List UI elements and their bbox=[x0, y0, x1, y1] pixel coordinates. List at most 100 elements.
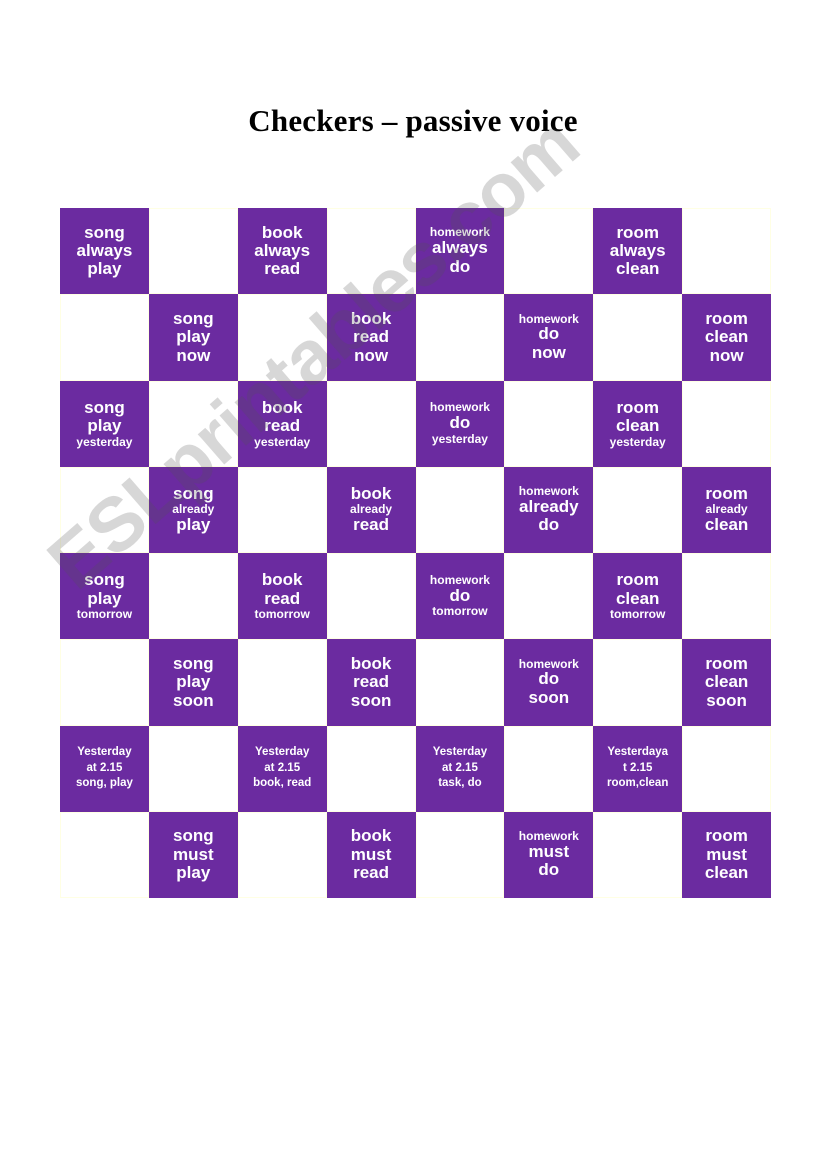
cell-text-line: Yesterday bbox=[432, 746, 488, 759]
cell-text-line: now bbox=[531, 342, 566, 362]
board-cell-dark[interactable]: song play yesterday bbox=[60, 380, 149, 467]
board-cell-light[interactable] bbox=[415, 639, 505, 726]
board-cell-light[interactable] bbox=[60, 639, 149, 726]
cell-text-line: play bbox=[87, 416, 122, 436]
cell-text-line: room bbox=[705, 826, 748, 846]
board-cell-light[interactable] bbox=[237, 294, 327, 381]
cell-text-line: play bbox=[176, 327, 211, 347]
cell-text-line: song bbox=[173, 308, 214, 328]
board-cell-light[interactable] bbox=[682, 380, 771, 467]
cell-text-line: read bbox=[264, 588, 301, 608]
board-cell-light[interactable] bbox=[326, 725, 416, 812]
board-cell-light[interactable] bbox=[504, 208, 594, 295]
board-cell-dark[interactable]: homework always do bbox=[415, 208, 505, 295]
cell-text-line: homework bbox=[429, 572, 490, 587]
cell-text-line: do bbox=[449, 256, 471, 276]
board-cell-dark[interactable]: Yesterday at 2.15 task, do bbox=[415, 725, 505, 812]
board-cell-light[interactable] bbox=[60, 811, 149, 898]
board-cell-light[interactable] bbox=[682, 553, 771, 640]
board-cell-dark[interactable]: homework do tomorrow bbox=[415, 553, 505, 640]
cell-text-line: Yesterdaya bbox=[607, 746, 669, 759]
board-cell-dark[interactable]: book read soon bbox=[326, 639, 416, 726]
board-cell-dark[interactable]: homework do yesterday bbox=[415, 380, 505, 467]
cell-text-line: read bbox=[264, 416, 301, 436]
cell-text-line: play bbox=[87, 588, 122, 608]
board-cell-dark[interactable]: homework do now bbox=[504, 294, 594, 381]
board-cell-light[interactable] bbox=[415, 294, 505, 381]
board-cell-light[interactable] bbox=[148, 208, 238, 295]
cell-text-line: soon bbox=[528, 687, 570, 707]
cell-text-line: soon bbox=[173, 690, 214, 710]
cell-text-line: yesterday bbox=[609, 434, 666, 449]
board-cell-dark[interactable]: book already read bbox=[326, 466, 416, 553]
board-cell-light[interactable] bbox=[148, 725, 238, 812]
cell-text-line: tomorrow bbox=[76, 607, 133, 621]
board-cell-dark[interactable]: Yesterdaya t 2.15 room,clean bbox=[593, 725, 683, 812]
board-cell-light[interactable] bbox=[504, 553, 594, 640]
cell-text-line: do bbox=[538, 860, 560, 880]
board-cell-dark[interactable]: room always clean bbox=[593, 208, 683, 295]
board-cell-dark[interactable]: song play now bbox=[148, 294, 238, 381]
board-cell-dark[interactable]: song already play bbox=[148, 466, 238, 553]
board-cell-light[interactable] bbox=[504, 380, 594, 467]
board-cell-dark[interactable]: room clean soon bbox=[682, 639, 771, 726]
board-cell-dark[interactable]: room must clean bbox=[682, 811, 771, 898]
board-cell-dark[interactable]: homework must do bbox=[504, 811, 594, 898]
board-cell-light[interactable] bbox=[504, 725, 594, 812]
cell-text-line: book, read bbox=[253, 777, 312, 790]
cell-text-line: room,clean bbox=[607, 777, 669, 790]
cell-text-line: do bbox=[449, 413, 471, 433]
cell-text-line: do bbox=[538, 324, 560, 344]
cell-text-line: song bbox=[173, 484, 214, 504]
board-cell-dark[interactable]: song always play bbox=[60, 208, 149, 295]
board-cell-light[interactable] bbox=[415, 466, 505, 553]
board-cell-dark[interactable]: Yesterday at 2.15 book, read bbox=[237, 725, 327, 812]
board-cell-dark[interactable]: room clean yesterday bbox=[593, 380, 683, 467]
board-cell-dark[interactable]: song play tomorrow bbox=[60, 553, 149, 640]
cell-text-line: room bbox=[616, 570, 659, 590]
board-cell-dark[interactable]: song must play bbox=[148, 811, 238, 898]
cell-text-line: room bbox=[705, 308, 748, 328]
board-cell-dark[interactable]: room already clean bbox=[682, 466, 771, 553]
board-cell-dark[interactable]: book must read bbox=[326, 811, 416, 898]
board-cell-light[interactable] bbox=[60, 466, 149, 553]
board-cell-light[interactable] bbox=[148, 553, 238, 640]
board-cell-light[interactable] bbox=[593, 466, 683, 553]
cell-text-line: song, play bbox=[76, 777, 133, 790]
board-cell-light[interactable] bbox=[326, 380, 416, 467]
board-cell-dark[interactable]: song play soon bbox=[148, 639, 238, 726]
board-cell-light[interactable] bbox=[326, 553, 416, 640]
board-cell-light[interactable] bbox=[237, 466, 327, 553]
cell-text-line: room bbox=[616, 397, 659, 417]
cell-text-line: yesterday bbox=[76, 434, 133, 449]
board-cell-dark[interactable]: homework do soon bbox=[504, 639, 594, 726]
cell-text-line: now bbox=[354, 345, 389, 365]
cell-text-line: must bbox=[528, 841, 570, 861]
board-cell-light[interactable] bbox=[148, 380, 238, 467]
board-cell-dark[interactable]: book read now bbox=[326, 294, 416, 381]
board-cell-light[interactable] bbox=[326, 208, 416, 295]
board-cell-light[interactable] bbox=[237, 811, 327, 898]
board-cell-light[interactable] bbox=[415, 811, 505, 898]
board-cell-dark[interactable]: room clean tomorrow bbox=[593, 553, 683, 640]
cell-text-line: read bbox=[353, 863, 390, 883]
board-cell-light[interactable] bbox=[682, 725, 771, 812]
board-cell-light[interactable] bbox=[593, 811, 683, 898]
cell-text-line: do bbox=[538, 515, 560, 535]
board-cell-dark[interactable]: book read tomorrow bbox=[237, 553, 327, 640]
board-cell-dark[interactable]: room clean now bbox=[682, 294, 771, 381]
board-cell-dark[interactable]: book read yesterday bbox=[237, 380, 327, 467]
board-cell-light[interactable] bbox=[593, 294, 683, 381]
board-cell-dark[interactable]: book always read bbox=[237, 208, 327, 295]
board-cell-light[interactable] bbox=[237, 639, 327, 726]
board-cell-dark[interactable]: Yesterday at 2.15 song, play bbox=[60, 725, 149, 812]
cell-text-line: always bbox=[254, 240, 311, 260]
board-cell-light[interactable] bbox=[682, 208, 771, 295]
board-cell-light[interactable] bbox=[593, 639, 683, 726]
cell-text-line: room bbox=[705, 484, 748, 504]
board-cell-light[interactable] bbox=[60, 294, 149, 381]
cell-text-line: play bbox=[87, 259, 122, 279]
cell-text-line: yesterday bbox=[431, 431, 488, 446]
cell-text-line: soon bbox=[706, 690, 747, 710]
board-cell-dark[interactable]: homework already do bbox=[504, 466, 594, 553]
